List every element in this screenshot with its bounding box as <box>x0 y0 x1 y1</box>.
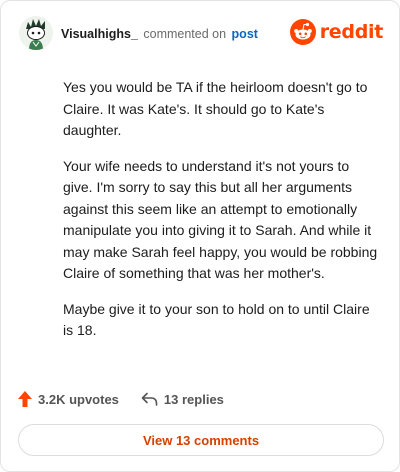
upvote-arrow-icon <box>18 391 32 407</box>
comment-header: Visualhighs_ commented on post reddit <box>19 16 383 52</box>
snoo-avatar-icon[interactable] <box>19 16 53 50</box>
comment-byline: Visualhighs_ commented on post <box>61 26 258 42</box>
reddit-wordmark: reddit <box>319 21 384 43</box>
comment-actions: 3.2K upvotes 13 replies <box>18 389 224 409</box>
reddit-logo[interactable]: reddit <box>289 17 384 47</box>
comment-paragraph: Your wife needs to understand it's not y… <box>63 157 378 282</box>
upvote-count: 3.2K upvotes <box>38 391 119 407</box>
reddit-snoo-icon <box>289 19 316 45</box>
replies-button[interactable]: 13 replies <box>141 392 224 407</box>
comment-card: Visualhighs_ commented on post reddit Ye… <box>0 0 400 472</box>
comment-body: Yes you would be TA if the heirloom does… <box>63 77 381 356</box>
comment-paragraph: Yes you would be TA if the heirloom does… <box>63 79 368 138</box>
reply-count: 13 replies <box>163 391 224 407</box>
username-link[interactable]: Visualhighs_ <box>61 27 138 41</box>
reply-arrow-icon <box>141 392 158 406</box>
post-link[interactable]: post <box>232 27 258 41</box>
upvote-button[interactable]: 3.2K upvotes <box>18 391 119 407</box>
view-comments-button[interactable]: View 13 comments <box>18 424 384 456</box>
comment-paragraph: Maybe give it to your son to hold on to … <box>63 300 370 339</box>
byline-action-text: commented on <box>143 27 227 41</box>
